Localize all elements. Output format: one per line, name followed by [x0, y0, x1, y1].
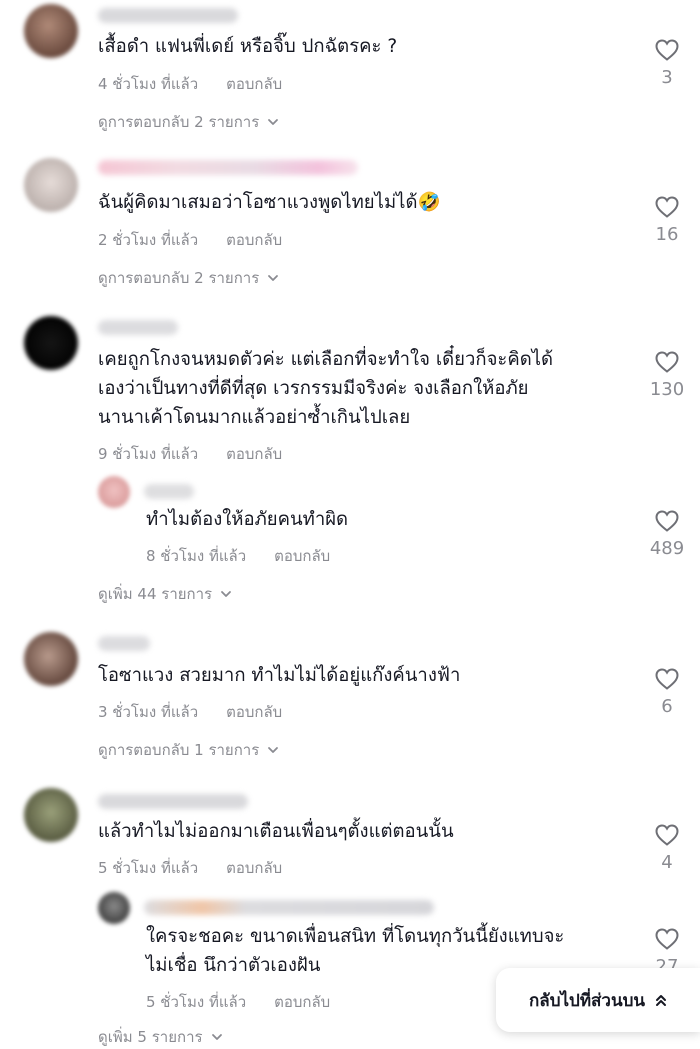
- like-count: 6: [661, 696, 673, 717]
- comment-text: ฉันผู้คิดมาเสมอว่าโอซาแวงพูดไทยไม่ได้🤣: [98, 192, 441, 213]
- comment-text-line-3: นานาเค้าโดนมากแล้วอย่าซ้ำเกินไปเลย: [98, 407, 411, 428]
- avatar[interactable]: [24, 316, 78, 370]
- comment-text: แล้วทำไมไม่ออกมาเตือนเพื่อนๆตั้งแต่ตอนนั…: [98, 821, 454, 842]
- reply-button[interactable]: ตอบกลับ: [226, 703, 282, 721]
- avatar[interactable]: [98, 892, 130, 924]
- avatar[interactable]: [24, 632, 78, 686]
- comment-meta: 2 ชั่วโมง ที่แล้ว ตอบกลับ: [98, 228, 282, 252]
- chevron-down-icon: [211, 1034, 222, 1040]
- comment-text-line-2: เองว่าเป็นทางที่ดีที่สุด เวรกรรมมีจริงค่…: [98, 378, 529, 399]
- username-blurred[interactable]: [98, 8, 238, 23]
- reply-button[interactable]: ตอบกลับ: [274, 547, 330, 565]
- heart-outline-icon: [655, 824, 679, 846]
- like-count: 3: [661, 67, 673, 88]
- username-blurred[interactable]: [98, 160, 358, 175]
- reply-button[interactable]: ตอบกลับ: [226, 859, 282, 877]
- view-replies-label: ดูการตอบกลับ 2 รายการ: [98, 113, 260, 131]
- comment-meta: 5 ชั่วโมง ที่แล้ว ตอบกลับ: [98, 856, 282, 880]
- comment-meta: 9 ชั่วโมง ที่แล้ว ตอบกลับ: [98, 442, 282, 466]
- reply-text-line-1: ใครจะชอคะ ขนาดเพื่อนสนิท ที่โดนทุกวันนี้…: [146, 926, 565, 947]
- avatar[interactable]: [24, 158, 78, 212]
- avatar[interactable]: [24, 788, 78, 842]
- reply-time: 8 ชั่วโมง ที่แล้ว: [146, 547, 247, 565]
- comment-text-line-1: เคยถูกโกงจนหมดตัวค่ะ แต่เลือกที่จะทำใจ เ…: [98, 349, 554, 370]
- reply-text: ทำไมต้องให้อภัยคนทำผิด: [146, 509, 349, 530]
- view-replies-label: ดูการตอบกลับ 1 รายการ: [98, 741, 260, 759]
- view-more-replies-button[interactable]: ดูเพิ่ม 5 รายการ: [98, 1025, 223, 1049]
- username-blurred[interactable]: [98, 320, 178, 335]
- comment-time: 3 ชั่วโมง ที่แล้ว: [98, 703, 199, 721]
- reply-button[interactable]: ตอบกลับ: [274, 993, 330, 1011]
- like-button[interactable]: 16: [637, 195, 697, 245]
- comment-text: เสื้อดำ แฟนพี่เดย์ หรือจิ๊บ ปกฉัตรคะ ?: [98, 36, 398, 57]
- username-blurred[interactable]: [144, 484, 194, 499]
- heart-outline-icon: [655, 39, 679, 61]
- reply-button[interactable]: ตอบกลับ: [226, 445, 282, 463]
- like-count: 130: [649, 379, 685, 400]
- reply-button[interactable]: ตอบกลับ: [226, 75, 282, 93]
- like-button[interactable]: 3: [637, 38, 697, 88]
- like-button[interactable]: 4: [637, 823, 697, 873]
- avatar[interactable]: [24, 4, 78, 58]
- like-button[interactable]: 6: [637, 667, 697, 717]
- heart-outline-icon: [655, 928, 679, 950]
- chevron-down-icon: [268, 275, 279, 281]
- comment-text: โอซาแวง สวยมาก ทำไมไม่ได้อยู่แก๊งค์นางฟ้…: [98, 665, 461, 686]
- like-count: 4: [661, 852, 673, 873]
- username-blurred[interactable]: [144, 900, 434, 915]
- avatar[interactable]: [98, 476, 130, 508]
- chevron-down-icon: [268, 747, 279, 753]
- chevron-down-icon: [221, 591, 232, 597]
- view-more-label: ดูเพิ่ม 5 รายการ: [98, 1028, 203, 1046]
- username-blurred[interactable]: [98, 636, 150, 651]
- comment-time: 5 ชั่วโมง ที่แล้ว: [98, 859, 199, 877]
- view-more-label: ดูเพิ่ม 44 รายการ: [98, 585, 213, 603]
- like-button[interactable]: 489: [637, 509, 697, 559]
- like-count: 489: [649, 538, 685, 559]
- like-button[interactable]: 130: [637, 350, 697, 400]
- comment-time: 9 ชั่วโมง ที่แล้ว: [98, 445, 199, 463]
- view-more-replies-button[interactable]: ดูเพิ่ม 44 รายการ: [98, 582, 232, 606]
- heart-outline-icon: [655, 351, 679, 373]
- reply-button[interactable]: ตอบกลับ: [226, 231, 282, 249]
- chevron-down-icon: [268, 119, 279, 125]
- comment-meta: 3 ชั่วโมง ที่แล้ว ตอบกลับ: [98, 700, 282, 724]
- like-count: 16: [655, 224, 679, 245]
- back-to-top-label: กลับไปที่ส่วนบน: [528, 990, 645, 1011]
- reply-text-line-2: ไม่เชื่อ นึกว่าตัวเองฝัน: [146, 955, 321, 976]
- view-replies-button[interactable]: ดูการตอบกลับ 1 รายการ: [98, 738, 279, 762]
- comment-meta: 4 ชั่วโมง ที่แล้ว ตอบกลับ: [98, 72, 282, 96]
- heart-outline-icon: [655, 510, 679, 532]
- view-replies-label: ดูการตอบกลับ 2 รายการ: [98, 269, 260, 287]
- double-chevron-up-icon: [656, 995, 666, 1006]
- view-replies-button[interactable]: ดูการตอบกลับ 2 รายการ: [98, 266, 279, 290]
- reply-meta: 8 ชั่วโมง ที่แล้ว ตอบกลับ: [146, 544, 330, 568]
- reply-time: 5 ชั่วโมง ที่แล้ว: [146, 993, 247, 1011]
- username-blurred[interactable]: [98, 794, 248, 809]
- back-to-top-button[interactable]: กลับไปที่ส่วนบน: [496, 968, 700, 1032]
- reply-meta: 5 ชั่วโมง ที่แล้ว ตอบกลับ: [146, 990, 330, 1014]
- view-replies-button[interactable]: ดูการตอบกลับ 2 รายการ: [98, 110, 279, 134]
- heart-outline-icon: [655, 196, 679, 218]
- comment-time: 4 ชั่วโมง ที่แล้ว: [98, 75, 199, 93]
- heart-outline-icon: [655, 668, 679, 690]
- comment-time: 2 ชั่วโมง ที่แล้ว: [98, 231, 199, 249]
